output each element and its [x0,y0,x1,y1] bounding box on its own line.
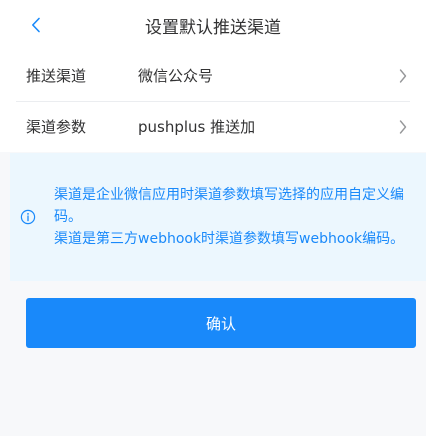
info-circle-icon [10,209,46,225]
settings-cell-group: 推送渠道 微信公众号 渠道参数 pushplus 推送加 [0,50,426,152]
push-channel-label: 推送渠道 [26,67,87,85]
notice-text: 渠道是企业微信应用时渠道参数填写选择的应用自定义编码。 渠道是第三方webhoo… [46,174,426,260]
notice-bar: 渠道是企业微信应用时渠道参数填写选择的应用自定义编码。 渠道是第三方webhoo… [10,153,426,281]
back-button[interactable] [26,12,46,38]
page-title: 设置默认推送渠道 [145,17,281,38]
chevron-right-icon [396,119,410,134]
notice-line: 渠道是第三方webhook时渠道参数填写webhook编码。 [54,231,405,247]
channel-param-value: pushplus 推送加 [138,118,256,136]
chevron-right-icon [396,68,410,83]
notice-line: 渠道是企业微信应用时渠道参数填写选择的应用自定义编码。 [54,187,404,225]
confirm-button[interactable]: 确认 [26,298,416,348]
channel-param-label: 渠道参数 [26,118,87,136]
channel-param-cell[interactable]: 渠道参数 pushplus 推送加 [0,101,426,152]
chevron-left-icon [31,17,40,33]
push-channel-cell[interactable]: 推送渠道 微信公众号 [0,50,426,101]
nav-bar: 设置默认推送渠道 [0,0,426,50]
push-channel-value: 微信公众号 [138,67,214,85]
